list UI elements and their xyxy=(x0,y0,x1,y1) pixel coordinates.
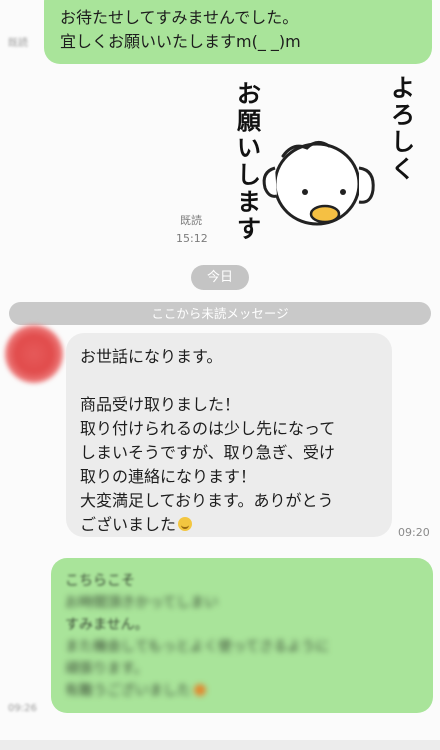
flower-emoji-icon xyxy=(194,684,206,696)
sticker-char: ろ xyxy=(391,101,415,129)
message-line: お待たせしてすみませんでした。 xyxy=(60,8,299,27)
duck-sticker-icon[interactable]: よろしく お願いします xyxy=(225,72,430,272)
sticker-char: 願 xyxy=(237,107,262,135)
message-line: しまいそうですが、取り急ぎ、受け xyxy=(80,443,335,462)
sticker-char: す xyxy=(237,215,261,243)
message-line: すみません。 xyxy=(65,617,149,633)
sticker-char: い xyxy=(237,134,261,162)
sticker-text-right: よろしく xyxy=(391,74,415,183)
message-time: 09:20 xyxy=(398,526,430,539)
message-text: 有難うございました xyxy=(65,683,191,699)
avatar[interactable] xyxy=(5,325,63,383)
message-line-last: 有難うございました xyxy=(65,680,423,702)
message-line: お世話になります。 xyxy=(80,347,223,366)
date-separator: 今日 xyxy=(191,265,249,290)
outgoing-message-bubble[interactable]: お待たせしてすみませんでした。 宜しくお願いいたしますm(_ _)m xyxy=(44,0,432,64)
message-line: 頑張ります。 xyxy=(65,661,148,677)
unread-separator: ここから未読メッセージ xyxy=(9,302,431,325)
sticker-char: し xyxy=(237,161,261,189)
message-line-last: ございました xyxy=(80,513,382,537)
sticker-char: ま xyxy=(237,188,261,216)
smile-emoji-icon xyxy=(178,517,193,531)
sticker-char: お xyxy=(237,80,261,108)
outgoing-reply-bubble[interactable]: こちらこそ お時間頂きかってしまい すみません。 また機会してもっとよく使ってさ… xyxy=(51,558,433,713)
message-line: また機会してもっとよく使ってさるように xyxy=(65,639,330,655)
read-receipt-time: 15:12 xyxy=(176,232,208,245)
message-line: 大変満足しております。ありがとう xyxy=(80,491,334,510)
message-line: 商品受け取りました！ xyxy=(80,395,241,414)
sticker-char: よ xyxy=(391,74,415,102)
message-line: 宜しくお願いいたしますm(_ _)m xyxy=(60,32,301,51)
message-side-meta: 既読 xyxy=(8,38,28,49)
message-time: 09:26 xyxy=(8,703,37,714)
read-receipt-label: 既読 xyxy=(180,214,202,227)
sticker-char: く xyxy=(391,155,415,183)
input-area-edge xyxy=(0,740,440,750)
message-text: ございました xyxy=(80,515,177,534)
sticker-text-left: お願いします xyxy=(237,80,262,243)
message-line: 取り付けられるのは少し先になって xyxy=(80,419,336,438)
message-line: こちらこそ xyxy=(65,573,135,589)
incoming-message-bubble[interactable]: お世話になります。 商品受け取りました！ 取り付けられるのは少し先になって しま… xyxy=(66,333,392,537)
message-line: 取りの連絡になります！ xyxy=(80,467,257,486)
message-line: お時間頂きかってしまい xyxy=(65,595,219,611)
sticker-char: し xyxy=(391,128,415,156)
